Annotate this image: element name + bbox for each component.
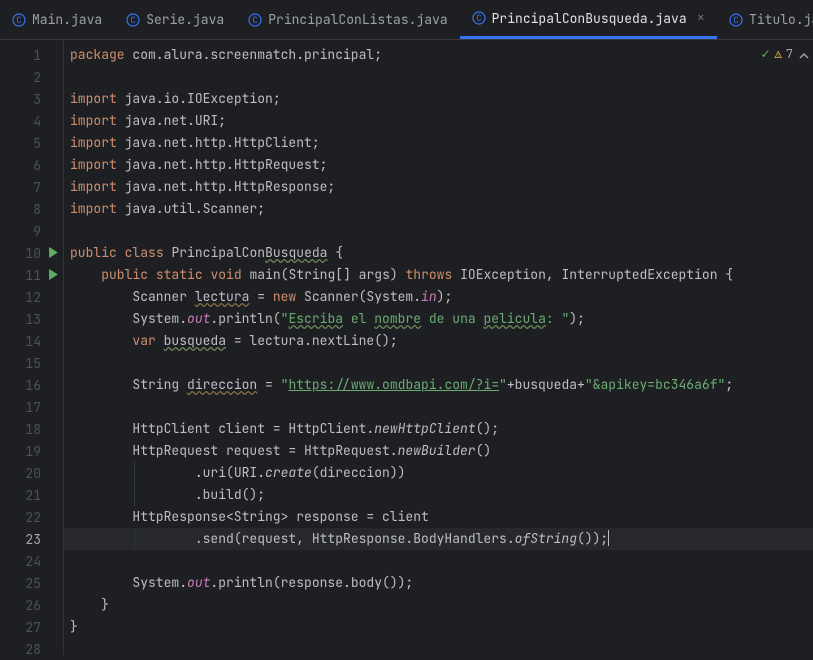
- line-number[interactable]: 4: [0, 110, 63, 132]
- code-line[interactable]: .send(request, HttpResponse.BodyHandlers…: [64, 528, 813, 550]
- line-number[interactable]: 20: [0, 462, 63, 484]
- svg-text:C: C: [733, 14, 738, 26]
- line-number[interactable]: 10: [0, 242, 63, 264]
- line-number[interactable]: 28: [0, 638, 63, 660]
- line-number[interactable]: 27: [0, 616, 63, 638]
- code-line[interactable]: import java.net.http.HttpClient;: [64, 132, 813, 154]
- code-line[interactable]: Scanner lectura = new Scanner(System.in)…: [64, 286, 813, 308]
- line-number[interactable]: 5: [0, 132, 63, 154]
- tab-label: Main.java: [32, 11, 102, 28]
- line-number[interactable]: 17: [0, 396, 63, 418]
- code-line[interactable]: [64, 550, 813, 572]
- tab-label: Serie.java: [146, 11, 224, 28]
- java-class-icon: C: [472, 11, 486, 25]
- code-line[interactable]: System.out.println("Escriba el nombre de…: [64, 308, 813, 330]
- code-line[interactable]: HttpClient client = HttpClient.newHttpCl…: [64, 418, 813, 440]
- code-line[interactable]: public class PrincipalConBusqueda {: [64, 242, 813, 264]
- code-line[interactable]: .build();: [64, 484, 813, 506]
- text-caret: [608, 530, 609, 546]
- line-number[interactable]: 25: [0, 572, 63, 594]
- tab-main[interactable]: C Main.java: [0, 0, 114, 39]
- tab-label: PrincipalConListas.java: [268, 11, 447, 28]
- line-number[interactable]: 26: [0, 594, 63, 616]
- line-number[interactable]: 13: [0, 308, 63, 330]
- code-line[interactable]: HttpResponse<String> response = client: [64, 506, 813, 528]
- code-line[interactable]: }: [64, 594, 813, 616]
- tab-label: Titulo.jav: [749, 11, 813, 28]
- code-line[interactable]: import java.io.IOException;: [64, 88, 813, 110]
- line-number[interactable]: 15: [0, 352, 63, 374]
- code-line[interactable]: .uri(URI.create(direccion)): [64, 462, 813, 484]
- line-number[interactable]: 1: [0, 44, 63, 66]
- editor: 1 2 3 4 5 6 7 8 9 10 11 12 13 14 15 16 1…: [0, 40, 813, 655]
- code-line[interactable]: package com.alura.screenmatch.principal;: [64, 44, 813, 66]
- java-class-icon: C: [126, 13, 140, 27]
- svg-text:C: C: [131, 14, 136, 26]
- line-number[interactable]: 24: [0, 550, 63, 572]
- tab-label: PrincipalConBusqueda.java: [492, 10, 687, 27]
- close-icon[interactable]: ×: [697, 9, 705, 27]
- code-line[interactable]: var busqueda = lectura.nextLine();: [64, 330, 813, 352]
- line-number[interactable]: 19: [0, 440, 63, 462]
- svg-text:C: C: [253, 14, 258, 26]
- editor-tabs: C Main.java C Serie.java C PrincipalConL…: [0, 0, 813, 40]
- line-number[interactable]: 6: [0, 154, 63, 176]
- line-number[interactable]: 7: [0, 176, 63, 198]
- line-number[interactable]: 22: [0, 506, 63, 528]
- tab-principal-listas[interactable]: C PrincipalConListas.java: [236, 0, 459, 39]
- tab-titulo[interactable]: C Titulo.jav: [717, 0, 813, 39]
- code-line[interactable]: import java.net.URI;: [64, 110, 813, 132]
- line-number[interactable]: 14: [0, 330, 63, 352]
- code-line[interactable]: [64, 66, 813, 88]
- tab-principal-busqueda[interactable]: C PrincipalConBusqueda.java ×: [460, 0, 717, 39]
- line-number[interactable]: 23: [0, 528, 63, 550]
- line-number[interactable]: 16: [0, 374, 63, 396]
- run-icon[interactable]: [48, 245, 59, 262]
- code-line[interactable]: String direccion = "https://www.omdbapi.…: [64, 374, 813, 396]
- java-class-icon: C: [729, 13, 743, 27]
- line-number[interactable]: 18: [0, 418, 63, 440]
- code-line[interactable]: }: [64, 616, 813, 638]
- gutter: 1 2 3 4 5 6 7 8 9 10 11 12 13 14 15 16 1…: [0, 40, 64, 655]
- java-class-icon: C: [12, 13, 26, 27]
- line-number[interactable]: 3: [0, 88, 63, 110]
- line-number[interactable]: 21: [0, 484, 63, 506]
- line-number[interactable]: 2: [0, 66, 63, 88]
- code-line[interactable]: import java.net.http.HttpRequest;: [64, 154, 813, 176]
- code-line[interactable]: [64, 220, 813, 242]
- code-line[interactable]: public static void main(String[] args) t…: [64, 264, 813, 286]
- line-number[interactable]: 11: [0, 264, 63, 286]
- code-area[interactable]: ✓⚠ 7 package com.alura.screenmatch.princ…: [64, 40, 813, 655]
- svg-text:C: C: [16, 14, 21, 26]
- svg-text:C: C: [476, 12, 481, 24]
- java-class-icon: C: [248, 13, 262, 27]
- line-number[interactable]: 8: [0, 198, 63, 220]
- code-line[interactable]: [64, 352, 813, 374]
- code-line[interactable]: System.out.println(response.body());: [64, 572, 813, 594]
- line-number[interactable]: 12: [0, 286, 63, 308]
- code-line[interactable]: import java.util.Scanner;: [64, 198, 813, 220]
- tab-serie[interactable]: C Serie.java: [114, 0, 236, 39]
- code-line[interactable]: [64, 396, 813, 418]
- run-icon[interactable]: [48, 267, 59, 284]
- code-line[interactable]: HttpRequest request = HttpRequest.newBui…: [64, 440, 813, 462]
- code-line[interactable]: [64, 638, 813, 655]
- code-line[interactable]: import java.net.http.HttpResponse;: [64, 176, 813, 198]
- line-number[interactable]: 9: [0, 220, 63, 242]
